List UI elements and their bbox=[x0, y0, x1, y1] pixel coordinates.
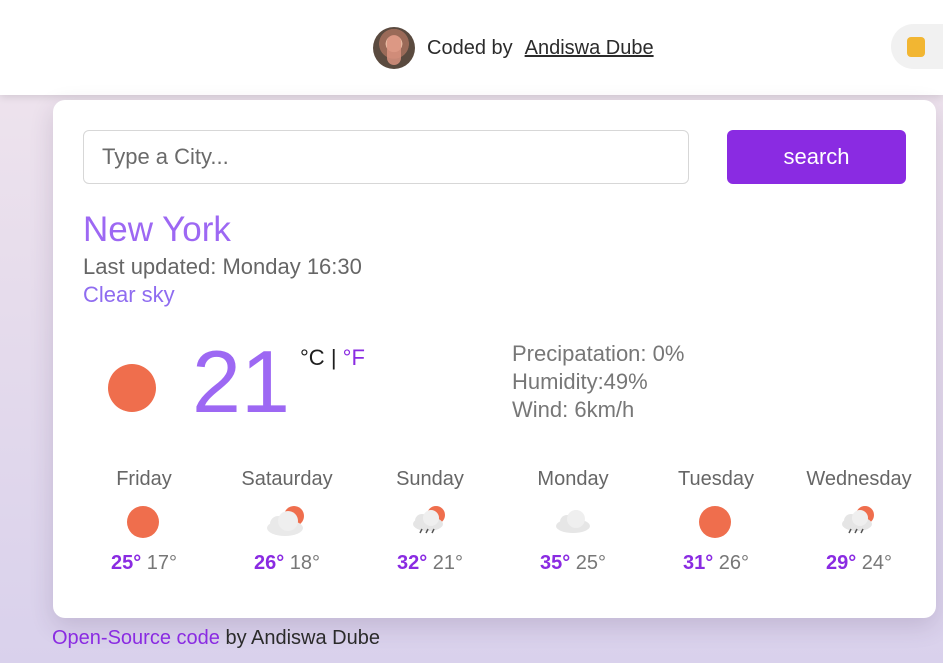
forecast-day-name: Sataurday bbox=[241, 468, 333, 490]
forecast-max: 31° bbox=[682, 552, 714, 574]
cloud-sun-icon bbox=[267, 506, 304, 536]
footer: Open-Source code by Andiswa Dube bbox=[52, 627, 380, 650]
sun-icon bbox=[108, 364, 156, 412]
search-button[interactable]: search bbox=[727, 130, 906, 184]
forecast-day: Sataurday 26° 18° bbox=[224, 468, 350, 575]
humidity: Humidity:49% bbox=[512, 369, 648, 394]
like-button[interactable] bbox=[891, 24, 943, 69]
last-updated: Last updated: Monday 16:30 bbox=[83, 254, 362, 279]
forecast-min: 21° bbox=[432, 552, 464, 574]
weather-card: search New York Last updated: Monday 16:… bbox=[53, 100, 936, 618]
weather-description: Clear sky bbox=[83, 282, 175, 307]
forecast-max: 32° bbox=[396, 552, 428, 574]
unit-celsius: °C bbox=[300, 345, 325, 370]
forecast-max: 35° bbox=[539, 552, 571, 574]
forecast-day: Tuesday 31° 26° bbox=[653, 468, 779, 575]
forecast-row: Friday 25° 17° Sataurday 26° 18° Sunday … bbox=[81, 468, 921, 588]
top-banner: Coded by Andiswa Dube bbox=[0, 0, 943, 95]
forecast-day: Monday 35° 25° bbox=[510, 468, 636, 575]
forecast-min: 25° bbox=[575, 552, 607, 574]
wind: Wind: 6km/h bbox=[512, 397, 635, 422]
forecast-day-name: Wednesday bbox=[806, 468, 912, 490]
city-name: New York bbox=[83, 210, 231, 249]
forecast-max: 29° bbox=[825, 552, 857, 574]
forecast-day: Friday 25° 17° bbox=[81, 468, 207, 575]
forecast-min: 26° bbox=[718, 552, 750, 574]
forecast-day: Sunday 32° 21° bbox=[367, 468, 493, 575]
footer-author: by Andiswa Dube bbox=[225, 627, 380, 649]
forecast-day-name: Friday bbox=[116, 468, 172, 490]
forecast-day: Wednesday 29° 24° bbox=[796, 468, 922, 575]
thumbs-up-icon bbox=[907, 36, 925, 57]
weather-details: Precipatation: 0% Humidity:49% Wind: 6km… bbox=[512, 340, 684, 424]
precipitation: Precipatation: 0% bbox=[512, 341, 685, 366]
sun-icon bbox=[699, 506, 731, 538]
unit-separator: | bbox=[330, 345, 337, 370]
forecast-min: 17° bbox=[146, 552, 178, 574]
current-temperature: 21 bbox=[192, 332, 290, 431]
rain-sun-icon bbox=[413, 506, 445, 534]
search-form: search bbox=[83, 130, 906, 186]
author-link[interactable]: Andiswa Dube bbox=[525, 37, 654, 60]
forecast-max: 26° bbox=[253, 552, 285, 574]
forecast-day-name: Monday bbox=[537, 468, 609, 490]
sun-icon bbox=[127, 506, 159, 538]
forecast-day-name: Sunday bbox=[396, 468, 464, 490]
unit-toggle: °C | °F bbox=[300, 345, 365, 371]
forecast-day-name: Tuesday bbox=[678, 468, 754, 490]
forecast-min: 18° bbox=[289, 552, 321, 574]
city-search-input[interactable] bbox=[83, 130, 689, 184]
open-source-link[interactable]: Open-Source code bbox=[52, 627, 220, 649]
credit-prefix: Coded by bbox=[427, 36, 513, 59]
cloud-icon bbox=[556, 510, 590, 533]
forecast-max: 25° bbox=[110, 552, 142, 574]
unit-fahrenheit[interactable]: °F bbox=[343, 345, 365, 370]
author-credit: Coded by Andiswa Dube bbox=[373, 27, 654, 69]
forecast-min: 24° bbox=[861, 552, 893, 574]
rain-sun-icon bbox=[842, 506, 874, 534]
avatar bbox=[373, 27, 415, 69]
